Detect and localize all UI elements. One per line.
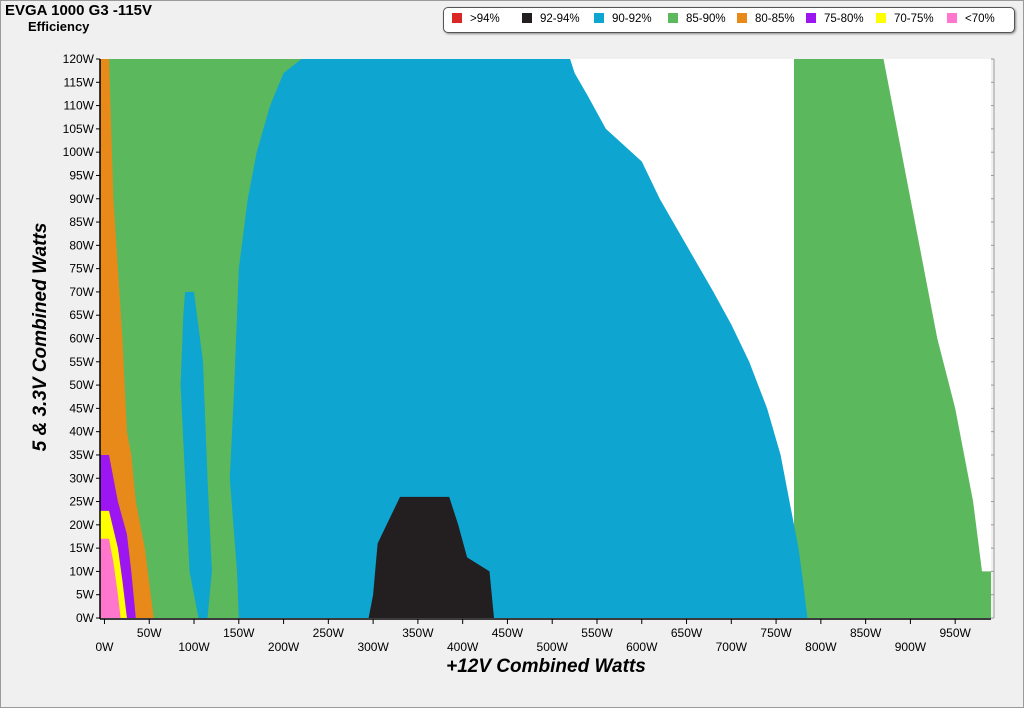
y-tick-label: 55W xyxy=(69,355,94,369)
y-tick-label: 35W xyxy=(69,448,94,462)
y-tick-label: 30W xyxy=(69,471,94,485)
y-tick-label: 105W xyxy=(63,122,95,136)
y-tick-label: 0W xyxy=(76,611,95,625)
x-tick-label: 100W xyxy=(178,640,210,654)
x-tick-label: 900W xyxy=(895,640,927,654)
x-tick-label: 450W xyxy=(492,626,524,640)
x-tick-label: 500W xyxy=(537,640,569,654)
y-tick-label: 120W xyxy=(63,52,95,66)
x-tick-label: 0W xyxy=(95,640,114,654)
y-tick-label: 70W xyxy=(69,285,94,299)
x-tick-label: 850W xyxy=(850,626,882,640)
x-tick-label: 650W xyxy=(671,626,703,640)
y-tick-label: 65W xyxy=(69,308,94,322)
y-tick-label: 95W xyxy=(69,168,94,182)
y-tick-label: 80W xyxy=(69,238,94,252)
x-tick-label: 550W xyxy=(581,626,613,640)
y-tick-label: 45W xyxy=(69,401,94,415)
x-tick-label: 50W xyxy=(137,626,162,640)
chart-frame: EVGA 1000 G3 -115V Efficiency >94% 92-94%… xyxy=(0,0,1024,708)
y-tick-label: 20W xyxy=(69,518,94,532)
y-tick-label: 25W xyxy=(69,495,94,509)
y-tick-label: 5W xyxy=(76,588,95,602)
y-tick-label: 10W xyxy=(69,564,94,578)
y-tick-label: 110W xyxy=(64,99,95,113)
x-tick-label: 800W xyxy=(805,640,837,654)
x-tick-label: 700W xyxy=(716,640,748,654)
x-tick-label: 750W xyxy=(760,626,792,640)
x-tick-label: 300W xyxy=(357,640,389,654)
x-tick-label: 350W xyxy=(402,626,434,640)
y-tick-label: 40W xyxy=(69,425,94,439)
x-tick-label: 400W xyxy=(447,640,479,654)
y-tick-label: 85W xyxy=(69,215,94,229)
y-tick-label: 115W xyxy=(64,75,95,89)
y-tick-label: 15W xyxy=(69,541,94,555)
y-tick-label: 100W xyxy=(63,145,95,159)
y-tick-label: 60W xyxy=(69,332,94,346)
y-tick-label: 50W xyxy=(69,378,94,392)
x-tick-label: 150W xyxy=(223,626,255,640)
x-tick-label: 600W xyxy=(626,640,658,654)
y-tick-label: 75W xyxy=(69,262,94,276)
y-tick-label: 90W xyxy=(69,192,94,206)
chart-svg: 0W 5W 10W 15W 20W 25W 30W 35W 40W 45W 50W 55W 60W 65W… xyxy=(63,52,995,654)
x-tick-label: 950W xyxy=(940,626,972,640)
x-tick-label: 250W xyxy=(313,626,345,640)
x-tick-label: 200W xyxy=(268,640,300,654)
